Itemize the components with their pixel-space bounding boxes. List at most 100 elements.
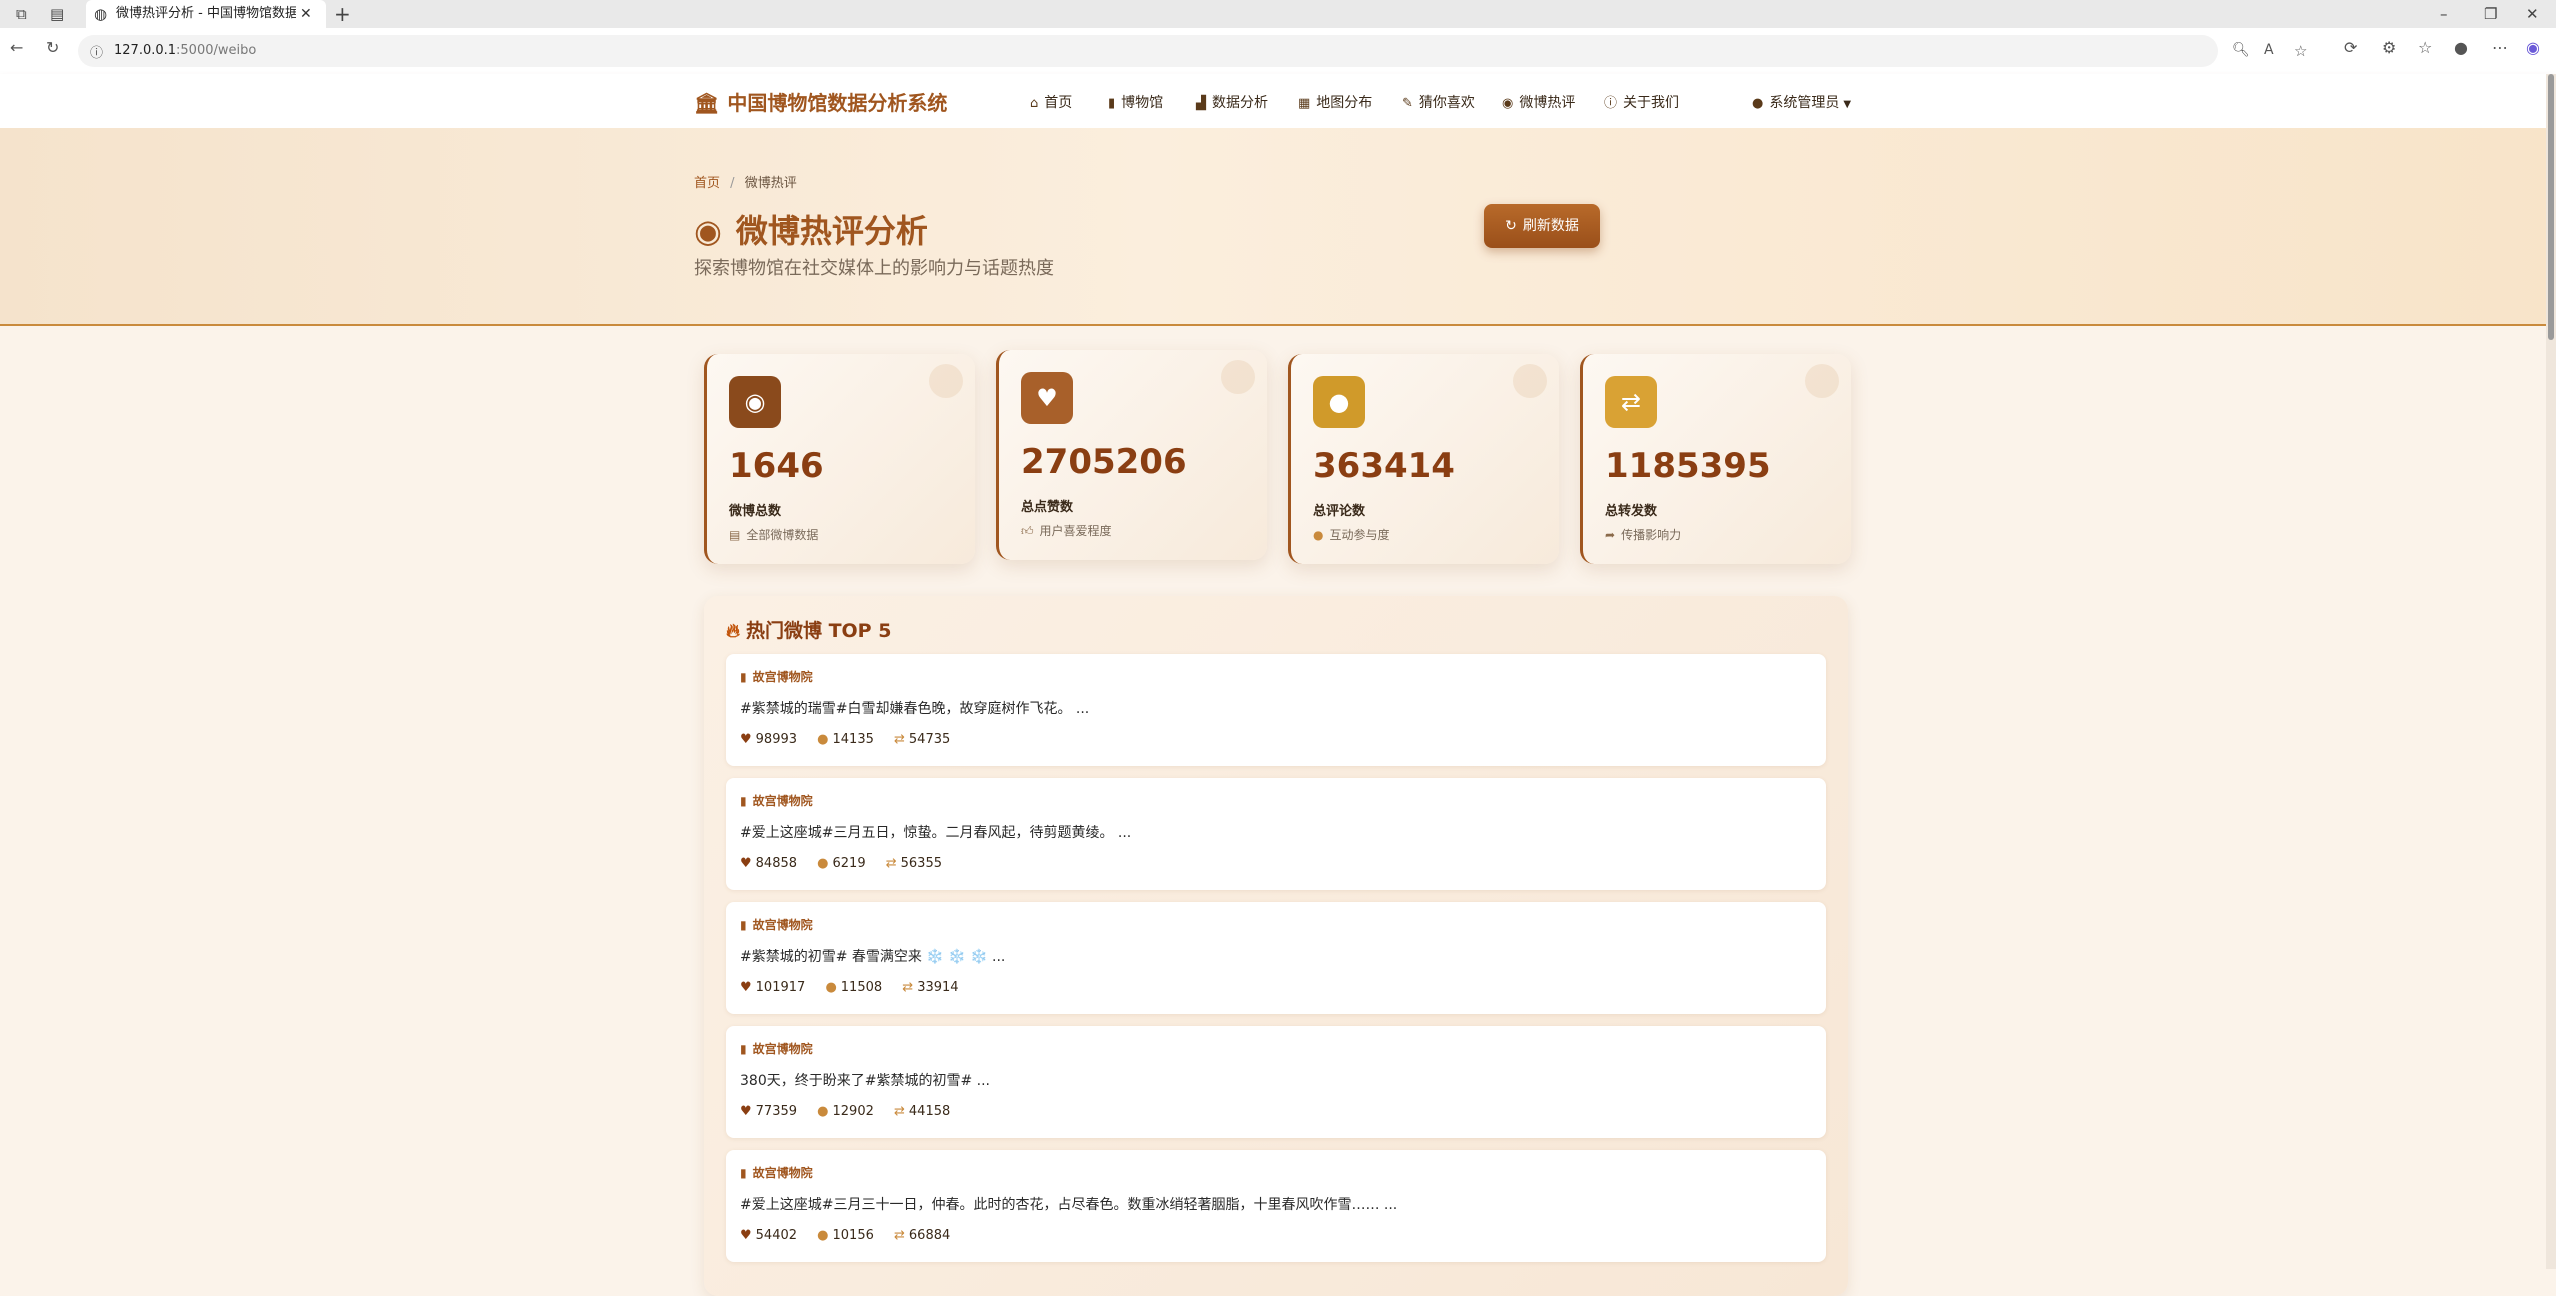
nav-item-weibo[interactable]: ◉ 微博热评	[1502, 92, 1575, 112]
site-navbar: 🏛︎ 中国博物馆数据分析系统 ⌂ 首页 ▮ 博物馆 ▟ 数据分析 ▦ 地图分布 ✎ 猜你喜欢…	[0, 74, 2556, 128]
breadcrumb-home-link[interactable]: 首页	[694, 176, 720, 191]
like-count: 54402	[755, 1228, 798, 1243]
profile-icon[interactable]: ●	[2454, 38, 2468, 57]
more-menu-icon[interactable]: ⋯	[2492, 38, 2508, 57]
weibo-source: ▮ 故宫博物院	[740, 1166, 813, 1180]
heart-icon: ♥	[740, 1104, 752, 1119]
url-field[interactable]: ⓘ 127.0.0.1:5000/weibo 🔍︎ A ☆	[78, 35, 2307, 67]
refresh-data-button[interactable]: ↻ 刷新数据	[1484, 204, 1600, 248]
stat-label: 总评论数	[1313, 504, 1366, 519]
split-screen-icon[interactable]: ⚙	[2382, 38, 2396, 57]
back-icon[interactable]: ←	[10, 38, 23, 57]
hot-weibo-panel: 🔥︎ 热门微博 TOP 5 ▮ 故宫博物院 #紫禁城的瑞雪#白雪却嫌春色晚，故穿庭树…	[704, 596, 1848, 1296]
read-aloud-icon[interactable]: A	[2264, 42, 2274, 58]
tab-actions-icon[interactable]: ▤	[50, 0, 64, 28]
heart-icon: ♥	[740, 732, 752, 747]
stat-value: 1646	[729, 446, 824, 486]
comment-icon: ●	[817, 856, 829, 871]
extensions-icon[interactable]: ⟳	[2344, 38, 2357, 57]
nav-item-guess[interactable]: ✎ 猜你喜欢	[1402, 92, 1475, 112]
user-menu[interactable]: ● 系统管理员 ▼	[1752, 92, 1851, 112]
card-decoration	[1513, 364, 1547, 398]
like-count: 101917	[755, 980, 806, 995]
zoom-icon[interactable]: 🔍︎	[2232, 42, 2250, 58]
share-icon: ➦	[1605, 528, 1616, 542]
workspaces-icon[interactable]: ⧉	[16, 0, 27, 28]
hot-weibo-item[interactable]: ▮ 故宫博物院 #紫禁城的初雪# 春雪满空来 ❄️ ❄️ ❄️ ... ♥ 1019…	[726, 902, 1826, 1014]
nav-item-map[interactable]: ▦ 地图分布	[1298, 92, 1372, 112]
page-scrollbar-thumb[interactable]	[2548, 74, 2554, 340]
copilot-icon[interactable]: ◉	[2526, 38, 2540, 57]
museum-icon: ▮	[740, 918, 747, 932]
page-header: 首页 / 微博热评 ◉ 微博热评分析 探索博物馆在社交媒体上的影响力与话题热度 ↻…	[0, 128, 2556, 326]
nav-item-about[interactable]: ⓘ 关于我们	[1604, 92, 1679, 112]
hot-weibo-item[interactable]: ▮ 故宫博物院 380天，终于盼来了#紫禁城的初雪# ... ♥ 77359 ● 12…	[726, 1026, 1826, 1138]
thumbs-up-icon: 👍︎	[1021, 524, 1034, 538]
restore-icon[interactable]: ❐	[2484, 0, 2497, 28]
globe-icon: ◍	[94, 5, 108, 23]
hot-weibo-item[interactable]: ▮ 故宫博物院 #爱上这座城#三月五日，惊蛰。二月春风起，待剪题黄绫。 ... ♥…	[726, 778, 1826, 890]
minimize-icon[interactable]: –	[2440, 0, 2448, 28]
hot-weibo-item[interactable]: ▮ 故宫博物院 #紫禁城的瑞雪#白雪却嫌春色晚，故穿庭树作飞花。 ... ♥ 989…	[726, 654, 1826, 766]
fire-icon: 🔥︎	[726, 620, 740, 642]
close-window-icon[interactable]: ✕	[2526, 0, 2539, 28]
museum-icon: ▮	[740, 670, 747, 684]
stat-card-weibo-total: ◉ 1646 微博总数 ▤ 全部微博数据	[704, 354, 975, 564]
browser-tab[interactable]: ◍ 微博热评分析 - 中国博物馆数据分析系统 ✕	[86, 0, 326, 28]
museum-icon: ▮	[1108, 96, 1116, 111]
site-info-icon[interactable]: ⓘ	[90, 42, 103, 61]
weibo-source: ▮ 故宫博物院	[740, 1042, 813, 1056]
comment-count: 12902	[832, 1104, 874, 1119]
comment-icon: ●	[1313, 376, 1365, 428]
info-icon: ⓘ	[1604, 96, 1618, 111]
heart-icon: ♥	[740, 856, 752, 871]
chart-icon: ▟	[1196, 96, 1206, 111]
favorites-icon[interactable]: ☆	[2418, 38, 2432, 57]
weibo-icon: ◉	[1502, 96, 1514, 111]
stat-card-likes-total: ♥ 2705206 总点赞数 👍︎ 用户喜爱程度	[996, 350, 1267, 560]
weibo-text: #爱上这座城#三月五日，惊蛰。二月春风起，待剪题黄绫。 ...	[740, 825, 1132, 841]
comment-icon: ●	[817, 1228, 829, 1243]
retweet-icon: ⇄	[894, 1104, 905, 1119]
new-tab-icon[interactable]: +	[334, 0, 351, 28]
user-icon: ●	[1752, 96, 1764, 111]
reload-icon[interactable]: ↻	[46, 38, 59, 57]
nav-item-home[interactable]: ⌂ 首页	[1030, 92, 1072, 112]
stat-label: 总转发数	[1605, 504, 1658, 519]
refresh-icon: ↻	[1505, 218, 1517, 234]
page-title: ◉ 微博热评分析	[694, 212, 928, 250]
caret-down-icon: ▼	[1843, 99, 1852, 110]
retweet-icon: ⇄	[885, 856, 897, 871]
comment-count: 10156	[832, 1228, 874, 1243]
nav-item-analysis[interactable]: ▟ 数据分析	[1196, 92, 1268, 112]
close-tab-icon[interactable]: ✕	[300, 0, 312, 28]
comment-count: 14135	[832, 732, 874, 747]
map-icon: ▦	[1298, 96, 1311, 111]
weibo-metrics: ♥ 54402 ● 10156 ⇄ 66884	[740, 1228, 966, 1243]
favorite-star-icon[interactable]: ☆	[2294, 42, 2307, 60]
like-count: 98993	[755, 732, 798, 747]
weibo-metrics: ♥ 101917 ● 11508 ⇄ 33914	[740, 980, 975, 995]
museum-icon: ▮	[740, 1042, 747, 1056]
museum-icon: ▮	[740, 1166, 747, 1180]
hot-weibo-item[interactable]: ▮ 故宫博物院 #爱上这座城#三月三十一日，仲春。此时的杏花，占尽春色。数重冰绡轻…	[726, 1150, 1826, 1262]
site-brand[interactable]: 🏛︎ 中国博物馆数据分析系统	[694, 87, 947, 116]
stat-note: 👍︎ 用户喜爱程度	[1021, 524, 1112, 538]
weibo-icon: ◉	[729, 376, 781, 428]
museum-icon: ▮	[740, 794, 747, 808]
nav-item-museum[interactable]: ▮ 博物馆	[1108, 92, 1163, 112]
hot-weibo-title: 🔥︎ 热门微博 TOP 5	[726, 620, 892, 642]
comments-icon: ●	[1313, 528, 1324, 542]
stat-value: 2705206	[1021, 442, 1187, 482]
retweet-icon: ⇄	[894, 1228, 905, 1243]
repost-count: 56355	[900, 856, 942, 871]
stat-note: ➦ 传播影响力	[1605, 528, 1682, 542]
like-count: 84858	[755, 856, 798, 871]
comment-count: 6219	[832, 856, 866, 871]
weibo-text: 380天，终于盼来了#紫禁城的初雪# ...	[740, 1073, 990, 1089]
weibo-metrics: ♥ 98993 ● 14135 ⇄ 54735	[740, 732, 966, 747]
stat-value: 363414	[1313, 446, 1455, 486]
stat-card-comments-total: ● 363414 总评论数 ● 互动参与度	[1288, 354, 1559, 564]
tab-title: 微博热评分析 - 中国博物馆数据分析系统	[116, 6, 296, 21]
heart-icon: ♥	[1021, 372, 1073, 424]
